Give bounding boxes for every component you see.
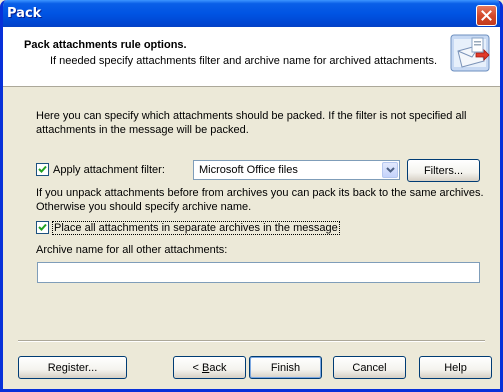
archive-name-label: Archive name for all other attachments:: [36, 244, 228, 256]
unpack-info-text: If you unpack attachments before from ar…: [36, 187, 484, 213]
pack-dialog: Pack Pack attachments rule options. If n…: [0, 0, 503, 392]
header-subtitle: If needed specify attachments filter and…: [50, 55, 438, 67]
close-icon: [481, 10, 492, 21]
intro-text: Here you can specify which attachments s…: [36, 110, 467, 136]
header-title: Pack attachments rule options.: [24, 39, 187, 51]
checkmark-icon: [38, 165, 47, 173]
cancel-button[interactable]: Cancel: [333, 356, 406, 379]
close-button[interactable]: [476, 5, 497, 26]
wizard-header: Pack attachments rule options. If needed…: [3, 27, 500, 87]
attachment-filter-select[interactable]: Microsoft Office files: [193, 160, 400, 180]
back-accelerator: B: [202, 361, 210, 374]
apply-filter-checkbox[interactable]: [36, 163, 49, 176]
finish-button[interactable]: Finish: [249, 356, 322, 379]
back-prefix: <: [192, 361, 202, 374]
title-bar[interactable]: Pack: [3, 0, 500, 30]
window-title: Pack: [7, 6, 42, 21]
button-divider: [18, 340, 485, 342]
register-button[interactable]: Register...: [18, 356, 127, 379]
back-label-rest: ack: [209, 361, 227, 374]
filters-button[interactable]: Filters...: [407, 159, 480, 182]
separate-archives-checkbox[interactable]: [36, 221, 49, 234]
apply-filter-label[interactable]: Apply attachment filter:: [53, 164, 165, 176]
help-button[interactable]: Help: [419, 356, 492, 379]
back-button[interactable]: < Back: [173, 356, 246, 379]
separate-archives-label[interactable]: Place all attachments in separate archiv…: [52, 221, 340, 235]
dropdown-button[interactable]: [382, 162, 398, 178]
chevron-down-icon: [385, 167, 395, 173]
archive-name-input[interactable]: [37, 262, 480, 283]
filter-select-value: Microsoft Office files: [199, 164, 298, 176]
checkmark-icon: [38, 223, 47, 231]
envelope-document-icon: [450, 34, 490, 72]
